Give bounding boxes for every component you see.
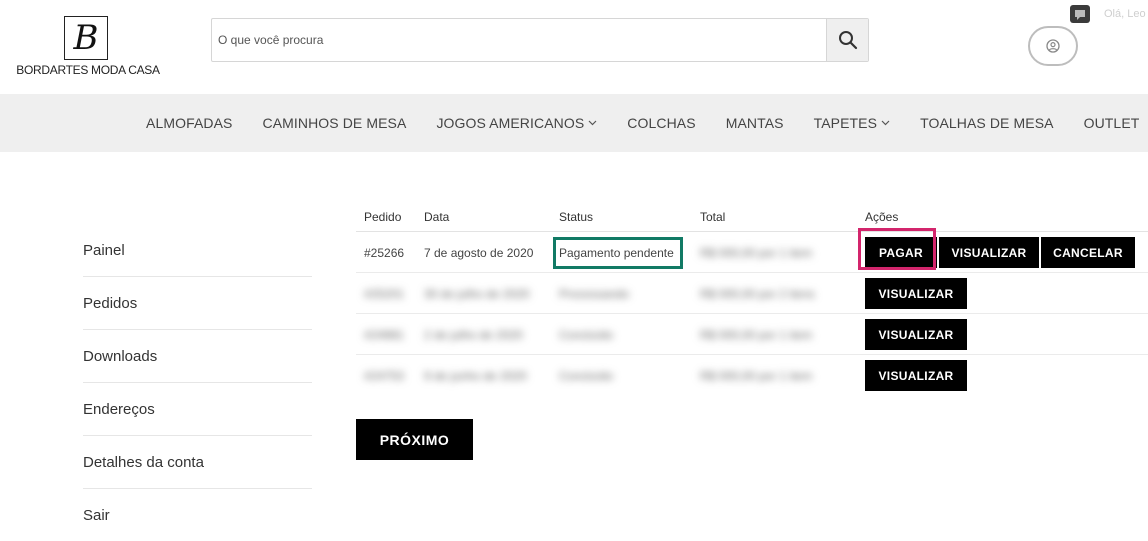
col-header-order: Pedido <box>364 210 402 224</box>
view-button[interactable]: VISUALIZAR <box>865 360 967 391</box>
chat-icon[interactable] <box>1070 5 1090 23</box>
sidebar-item-painel[interactable]: Painel <box>83 224 312 277</box>
chevron-down-icon <box>588 120 597 126</box>
nav-item-mantas[interactable]: MANTAS <box>711 115 799 131</box>
status-pending: Pagamento pendente <box>553 237 683 269</box>
sidebar-item-pedidos[interactable]: Pedidos <box>83 277 312 330</box>
nav-item-jogos-americanos[interactable]: JOGOS AMERICANOS <box>421 115 612 131</box>
col-header-total: Total <box>700 210 726 224</box>
order-status: Concluído <box>559 369 614 383</box>
table-row: #24981 2 de julho de 2020 Concluído R$ 0… <box>356 314 1148 355</box>
sidebar-item-enderecos[interactable]: Endereços <box>83 383 312 436</box>
nav-item-almofadas[interactable]: ALMOFADAS <box>131 115 247 131</box>
order-date: 7 de agosto de 2020 <box>424 246 534 260</box>
nav-item-outlet[interactable]: OUTLET <box>1069 115 1148 131</box>
order-date: 9 de junho de 2020 <box>424 369 527 383</box>
nav-item-toalhas-de-mesa[interactable]: TOALHAS DE MESA <box>905 115 1069 131</box>
sidebar-item-downloads[interactable]: Downloads <box>83 330 312 383</box>
search-bar <box>211 18 869 62</box>
order-total: R$ 000,00 por 1 item <box>700 369 813 383</box>
search-input[interactable] <box>212 19 826 61</box>
col-header-actions: Ações <box>865 210 899 224</box>
view-button[interactable]: VISUALIZAR <box>939 237 1039 268</box>
table-row: #25266 7 de agosto de 2020 Pagamento pen… <box>356 232 1148 273</box>
user-greeting: Olá, Leo <box>1104 8 1146 20</box>
order-number[interactable]: #25201 <box>364 287 404 301</box>
search-icon <box>838 31 857 50</box>
pay-highlight-box <box>858 228 936 270</box>
next-page-button[interactable]: PRÓXIMO <box>356 419 473 460</box>
table-row: #24753 9 de junho de 2020 Concluído R$ 0… <box>356 355 1148 396</box>
search-button[interactable] <box>826 19 868 61</box>
account-button[interactable] <box>1028 26 1078 66</box>
view-button[interactable]: VISUALIZAR <box>865 278 967 309</box>
view-button[interactable]: VISUALIZAR <box>865 319 967 350</box>
brand-name: BORDARTES MODA CASA <box>16 63 160 77</box>
table-header: Pedido Data Status Total Ações <box>356 202 1148 232</box>
order-number[interactable]: #25266 <box>364 246 404 260</box>
brand-logo[interactable]: B BORDARTES MODA CASA <box>8 14 168 80</box>
order-number[interactable]: #24753 <box>364 369 404 383</box>
col-header-status: Status <box>559 210 594 224</box>
order-date: 30 de julho de 2020 <box>424 287 530 301</box>
col-header-date: Data <box>424 210 450 224</box>
logo-mark: B <box>64 16 108 60</box>
order-total: R$ 000,00 por 2 itens <box>700 287 815 301</box>
order-total: R$ 000,00 por 1 item <box>700 328 813 342</box>
order-number[interactable]: #24981 <box>364 328 404 342</box>
order-total: R$ 000,00 por 1 item <box>700 246 813 260</box>
order-status: Processando <box>559 287 630 301</box>
site-header: B BORDARTES MODA CASA Olá, Leo <box>0 0 1148 94</box>
nav-item-caminhos-de-mesa[interactable]: CAMINHOS DE MESA <box>247 115 421 131</box>
main-nav: ALMOFADAS CAMINHOS DE MESA JOGOS AMERICA… <box>0 94 1148 152</box>
cancel-button[interactable]: CANCELAR <box>1041 237 1135 268</box>
nav-item-tapetes[interactable]: TAPETES <box>799 115 905 131</box>
sidebar-item-sair[interactable]: Sair <box>83 489 312 541</box>
chevron-down-icon <box>881 120 890 126</box>
table-row: #25201 30 de julho de 2020 Processando R… <box>356 273 1148 314</box>
sidebar-item-detalhes-da-conta[interactable]: Detalhes da conta <box>83 436 312 489</box>
order-date: 2 de julho de 2020 <box>424 328 523 342</box>
order-status: Concluído <box>559 328 614 342</box>
user-icon <box>1046 39 1060 53</box>
account-sidebar: Painel Pedidos Downloads Endereços Detal… <box>83 224 312 541</box>
nav-item-colchas[interactable]: COLCHAS <box>612 115 710 131</box>
